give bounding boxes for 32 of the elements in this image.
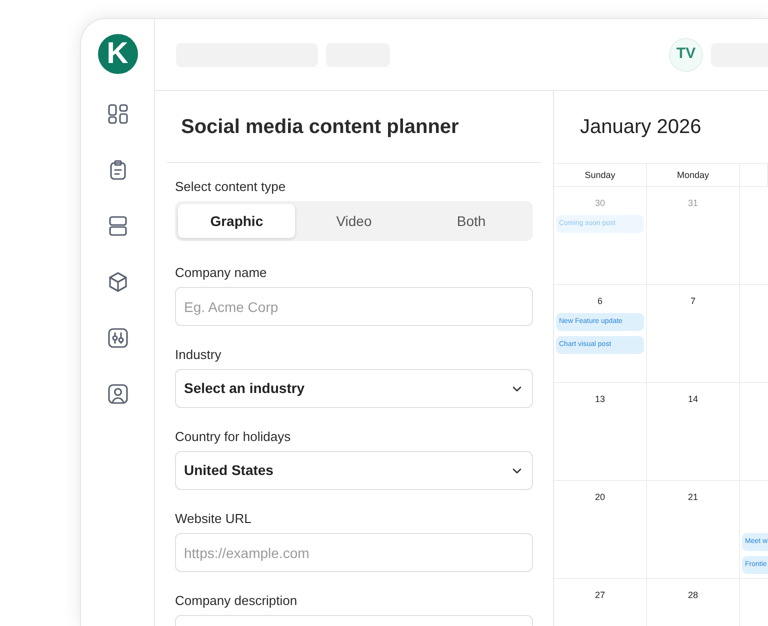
date-number: 14 <box>686 393 699 406</box>
field-label: Industry <box>175 347 222 363</box>
calendar-title: January 2026 <box>579 115 702 140</box>
field-label: Company description <box>175 593 298 609</box>
avatar[interactable]: TV <box>669 38 703 72</box>
dashboard-icon[interactable] <box>106 102 130 126</box>
segment-option[interactable]: Graphic <box>178 204 296 238</box>
weekday-header: Sunday <box>554 163 647 187</box>
date-number: 6 <box>596 295 604 308</box>
segment-option[interactable]: Both <box>412 204 530 238</box>
user-icon[interactable] <box>106 382 130 406</box>
logo[interactable]: K <box>98 34 138 74</box>
date-number: 31 <box>686 197 699 210</box>
date-number: 20 <box>594 491 606 504</box>
date-number: 21 <box>686 491 699 504</box>
field-label: Website URL <box>175 511 252 527</box>
field-label: Select content type <box>175 179 287 195</box>
weekday-header: Monday <box>647 163 740 187</box>
date-number: 13 <box>594 393 606 406</box>
input-field[interactable]: https://example.com <box>175 533 533 572</box>
page-title: Social media content planner <box>167 91 541 163</box>
date-number: 28 <box>686 589 699 602</box>
select-field[interactable]: Select an industry <box>175 369 533 408</box>
segment-option[interactable]: Video <box>295 204 413 238</box>
field-label: Company name <box>175 265 268 281</box>
select-field[interactable]: United States <box>175 451 533 490</box>
date-number: 7 <box>689 295 696 308</box>
field-label: Country for holidays <box>175 429 292 445</box>
date-number: 27 <box>594 589 606 602</box>
date-number: 30 <box>594 197 606 210</box>
sliders-icon[interactable] <box>106 326 130 350</box>
input-field[interactable]: Eg. Acme Corp <box>175 287 533 326</box>
